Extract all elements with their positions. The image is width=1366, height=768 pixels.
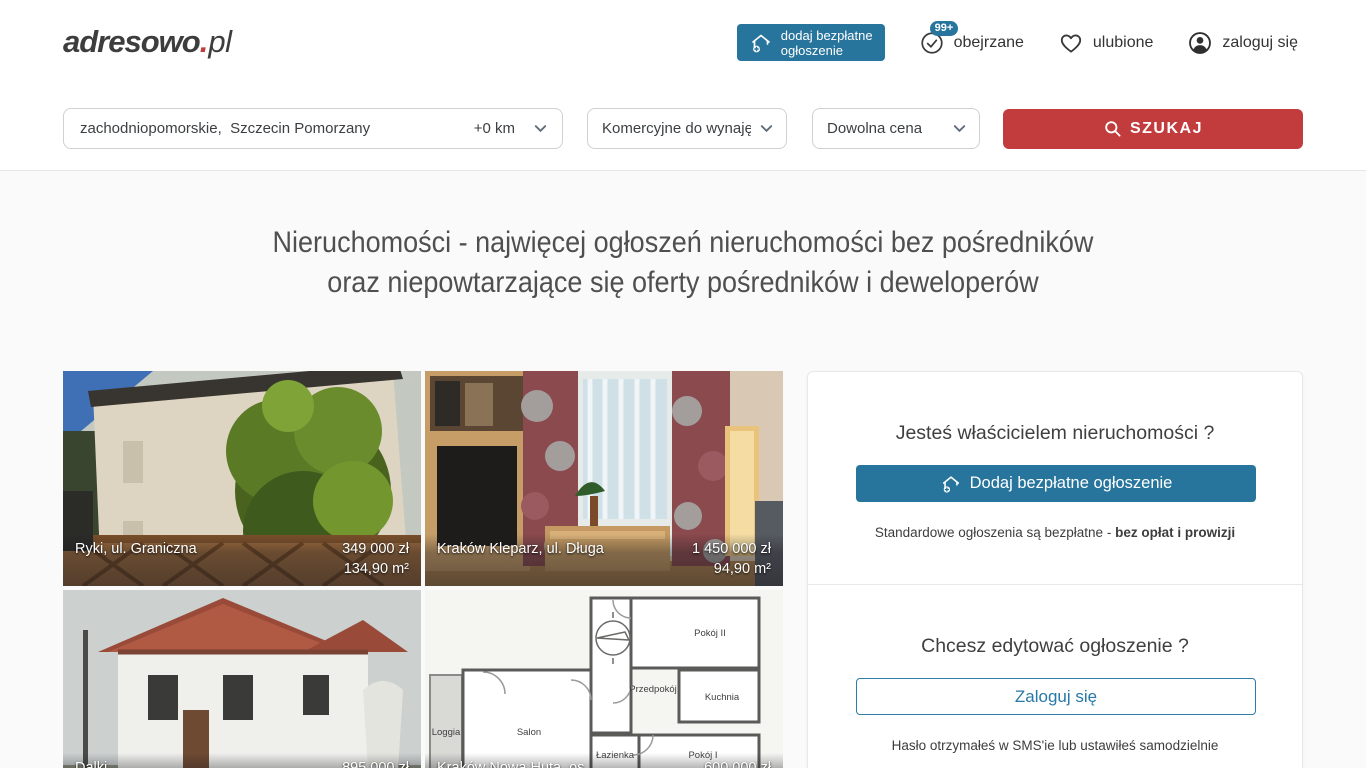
price-select[interactable]: Dowolna cena [812, 108, 980, 149]
listing-address: Ryki, ul. Graniczna [75, 539, 197, 559]
listing-area: 94,90 m² [714, 559, 771, 579]
search-icon [1103, 119, 1122, 138]
floorplan-room-label: Pokój II [694, 628, 726, 639]
heart-icon [1058, 30, 1084, 56]
sidebar-login-label: Zaloguj się [1015, 687, 1097, 707]
search-button[interactable]: SZUKAJ [1003, 109, 1303, 149]
add-listing-button[interactable]: dodaj bezpłatne ogłoszenie [737, 24, 885, 61]
edit-section: Chcesz edytować ogłoszenie ? Zaloguj się… [808, 585, 1302, 768]
listing-area: 134,90 m² [344, 559, 409, 579]
listings-grid: Ryki, ul. Graniczna 349 000 zł 134,90 m² [63, 371, 783, 768]
floorplan-room-label: Kuchnia [705, 692, 740, 703]
category-value: Komercyjne do wynaję [602, 120, 751, 137]
search-button-label: SZUKAJ [1130, 120, 1203, 138]
login-label: zaloguj się [1222, 34, 1298, 52]
favorites-link[interactable]: ulubione [1058, 30, 1154, 56]
listing-address: Kraków Kleparz, ul. Długa [437, 539, 604, 559]
listing-price: 895 000 zł [342, 758, 409, 768]
house-plus-icon [940, 473, 962, 495]
page-title: Nieruchomości - najwięcej ogłoszeń nieru… [68, 223, 1297, 303]
listing-photo [63, 590, 421, 768]
edit-note: Hasło otrzymałeś w SMS'ie lub ustawiłeś … [856, 738, 1254, 768]
listing-price: 600 000 zł [704, 758, 771, 768]
chevron-down-icon [759, 121, 774, 136]
brand-logo[interactable]: adresowo.pl [63, 24, 231, 60]
listing-address: Kraków Nowa Huta, os [437, 758, 584, 768]
listing-floorplan: Pokój II Przedpokój Kuchnia Salon Loggia… [425, 590, 783, 768]
viewed-count-badge: 99+ [930, 21, 959, 36]
price-value: Dowolna cena [827, 120, 922, 137]
listing-price: 349 000 zł [342, 539, 409, 559]
chevron-down-icon [533, 121, 548, 136]
floorplan-room-label: Loggia [432, 727, 461, 738]
listing-caption: Kraków Nowa Huta, os 600 000 zł [425, 753, 783, 768]
page: adresowo.pl dodaj bezpłatne ogłoszenie [0, 0, 1366, 768]
owner-section: Jesteś właścicielem nieruchomości ? Doda… [808, 372, 1302, 584]
owner-sidebar: Jesteś właścicielem nieruchomości ? Doda… [807, 371, 1303, 768]
listing-caption: Dalki 895 000 zł [63, 753, 421, 768]
listing-address: Dalki [75, 758, 107, 768]
listing-caption: Kraków Kleparz, ul. Długa 1 450 000 zł 9… [425, 534, 783, 586]
add-listing-label: dodaj bezpłatne ogłoszenie [781, 28, 873, 58]
location-input[interactable] [80, 120, 468, 137]
chevron-down-icon [952, 121, 967, 136]
brand-name: adresowo [63, 24, 200, 59]
top-header: adresowo.pl dodaj bezpłatne ogłoszenie [0, 0, 1366, 170]
owner-note: Standardowe ogłoszenia są bezpłatne - be… [856, 525, 1254, 584]
main-content: Nieruchomości - najwięcej ogłoszeń nieru… [0, 171, 1366, 768]
floorplan-room-label: Przedpokój [629, 684, 677, 695]
owner-heading: Jesteś właścicielem nieruchomości ? [856, 422, 1254, 445]
location-field[interactable]: +0 km [63, 108, 563, 149]
listing-price: 1 450 000 zł [692, 539, 771, 559]
sidebar-add-listing-label: Dodaj bezpłatne ogłoszenie [970, 474, 1173, 493]
viewed-link[interactable]: 99+ obejrzane [919, 30, 1024, 56]
brand-tld: pl [208, 24, 231, 59]
listing-caption: Ryki, ul. Graniczna 349 000 zł 134,90 m² [63, 534, 421, 586]
user-icon [1187, 30, 1213, 56]
listing-card[interactable]: Kraków Kleparz, ul. Długa 1 450 000 zł 9… [425, 371, 783, 586]
listing-card[interactable]: Ryki, ul. Graniczna 349 000 zł 134,90 m² [63, 371, 421, 586]
login-link[interactable]: zaloguj się [1187, 30, 1298, 56]
category-select[interactable]: Komercyjne do wynaję [587, 108, 787, 149]
edit-heading: Chcesz edytować ogłoszenie ? [856, 635, 1254, 658]
house-plus-icon [749, 31, 773, 55]
floorplan-room-label: Salon [517, 727, 541, 738]
search-bar: +0 km Komercyjne do wynaję Dowolna cena [63, 108, 1303, 149]
listing-card[interactable]: Pokój II Przedpokój Kuchnia Salon Loggia… [425, 590, 783, 768]
listing-card[interactable]: Dalki 895 000 zł [63, 590, 421, 768]
sidebar-add-listing-button[interactable]: Dodaj bezpłatne ogłoszenie [856, 465, 1256, 502]
header-actions: dodaj bezpłatne ogłoszenie 99+ obejrzane [737, 24, 1298, 61]
favorites-label: ulubione [1093, 34, 1154, 52]
radius-value[interactable]: +0 km [474, 120, 515, 137]
viewed-label: obejrzane [954, 34, 1024, 52]
sidebar-login-button[interactable]: Zaloguj się [856, 678, 1256, 715]
